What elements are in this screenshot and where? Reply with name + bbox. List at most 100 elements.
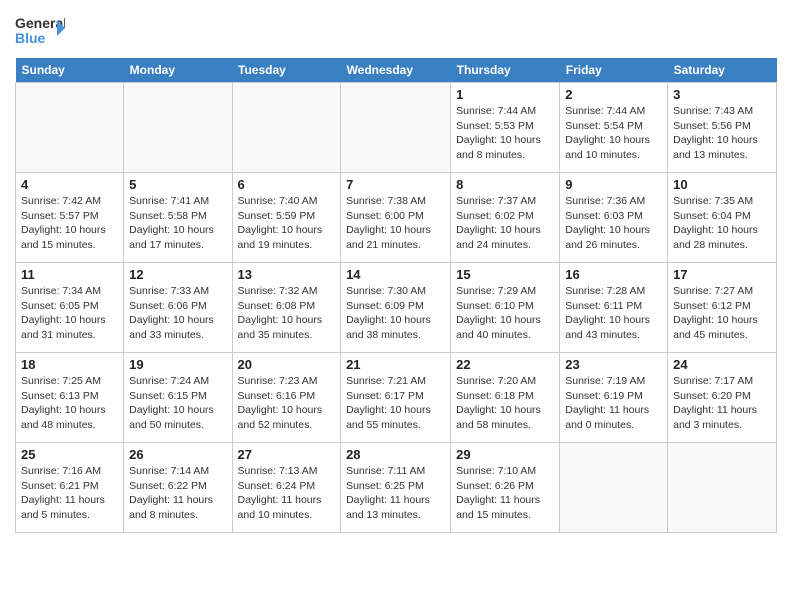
day-number: 10: [673, 177, 771, 192]
day-info: Sunrise: 7:13 AM Sunset: 6:24 PM Dayligh…: [238, 464, 336, 523]
day-number: 21: [346, 357, 445, 372]
calendar-cell: 7 Sunrise: 7:38 AM Sunset: 6:00 PM Daylig…: [341, 173, 451, 263]
day-info: Sunrise: 7:42 AM Sunset: 5:57 PM Dayligh…: [21, 194, 118, 253]
day-number: 17: [673, 267, 771, 282]
calendar-cell: 20Sunrise: 7:23 AM Sunset: 6:16 PM Dayli…: [232, 353, 341, 443]
calendar-cell: 14 Sunrise: 7:30 AM Sunset: 6:09 PM Dayli…: [341, 263, 451, 353]
day-info: Sunrise: 7:16 AM Sunset: 6:21 PM Dayligh…: [21, 464, 118, 523]
day-number: 24: [673, 357, 771, 372]
calendar-cell: 5Sunrise: 7:41 AM Sunset: 5:58 PM Daylig…: [124, 173, 232, 263]
calendar-cell: 27 Sunrise: 7:13 AM Sunset: 6:24 PM Dayli…: [232, 443, 341, 533]
calendar-cell: 28 Sunrise: 7:11 AM Sunset: 6:25 PM Dayli…: [341, 443, 451, 533]
day-number: 4: [21, 177, 118, 192]
calendar-cell: [560, 443, 668, 533]
day-number: 2: [565, 87, 662, 102]
calendar-cell: 15 Sunrise: 7:29 AM Sunset: 6:10 PM Dayli…: [451, 263, 560, 353]
day-number: 11: [21, 267, 118, 282]
weekday-header-sunday: Sunday: [16, 58, 124, 83]
calendar-cell: 2 Sunrise: 7:44 AM Sunset: 5:54 PM Daylig…: [560, 83, 668, 173]
day-number: 13: [238, 267, 336, 282]
day-info: Sunrise: 7:36 AM Sunset: 6:03 PM Dayligh…: [565, 194, 662, 253]
day-info: Sunrise: 7:37 AM Sunset: 6:02 PM Dayligh…: [456, 194, 554, 253]
calendar-cell: 17 Sunrise: 7:27 AM Sunset: 6:12 PM Dayli…: [668, 263, 777, 353]
calendar-cell: 4 Sunrise: 7:42 AM Sunset: 5:57 PM Daylig…: [16, 173, 124, 263]
day-number: 16: [565, 267, 662, 282]
calendar-cell: 12 Sunrise: 7:33 AM Sunset: 6:06 PM Dayli…: [124, 263, 232, 353]
weekday-header-wednesday: Wednesday: [341, 58, 451, 83]
calendar-cell: 18 Sunrise: 7:25 AM Sunset: 6:13 PM Dayli…: [16, 353, 124, 443]
calendar-cell: 13Sunrise: 7:32 AM Sunset: 6:08 PM Dayli…: [232, 263, 341, 353]
day-info: Sunrise: 7:33 AM Sunset: 6:06 PM Dayligh…: [129, 284, 226, 343]
day-number: 7: [346, 177, 445, 192]
day-number: 14: [346, 267, 445, 282]
day-info: Sunrise: 7:24 AM Sunset: 6:15 PM Dayligh…: [129, 374, 226, 433]
calendar-cell: [16, 83, 124, 173]
calendar-cell: [668, 443, 777, 533]
day-number: 15: [456, 267, 554, 282]
calendar-cell: 3 Sunrise: 7:43 AM Sunset: 5:56 PM Daylig…: [668, 83, 777, 173]
calendar-cell: 9Sunrise: 7:36 AM Sunset: 6:03 PM Daylig…: [560, 173, 668, 263]
calendar-cell: 26 Sunrise: 7:14 AM Sunset: 6:22 PM Dayli…: [124, 443, 232, 533]
calendar-cell: 11 Sunrise: 7:34 AM Sunset: 6:05 PM Dayli…: [16, 263, 124, 353]
day-number: 23: [565, 357, 662, 372]
day-number: 19: [129, 357, 226, 372]
day-number: 26: [129, 447, 226, 462]
calendar-cell: 19 Sunrise: 7:24 AM Sunset: 6:15 PM Dayli…: [124, 353, 232, 443]
svg-text:Blue: Blue: [15, 30, 46, 46]
day-number: 3: [673, 87, 771, 102]
day-info: Sunrise: 7:44 AM Sunset: 5:53 PM Dayligh…: [456, 104, 554, 163]
calendar-cell: 1 Sunrise: 7:44 AM Sunset: 5:53 PM Daylig…: [451, 83, 560, 173]
day-number: 28: [346, 447, 445, 462]
calendar-week-row: 18 Sunrise: 7:25 AM Sunset: 6:13 PM Dayli…: [16, 353, 777, 443]
day-info: Sunrise: 7:14 AM Sunset: 6:22 PM Dayligh…: [129, 464, 226, 523]
calendar-cell: [124, 83, 232, 173]
calendar-cell: 16 Sunrise: 7:28 AM Sunset: 6:11 PM Dayli…: [560, 263, 668, 353]
day-info: Sunrise: 7:41 AM Sunset: 5:58 PM Dayligh…: [129, 194, 226, 253]
day-info: Sunrise: 7:34 AM Sunset: 6:05 PM Dayligh…: [21, 284, 118, 343]
weekday-header-thursday: Thursday: [451, 58, 560, 83]
day-number: 18: [21, 357, 118, 372]
calendar-cell: 25 Sunrise: 7:16 AM Sunset: 6:21 PM Dayli…: [16, 443, 124, 533]
day-info: Sunrise: 7:25 AM Sunset: 6:13 PM Dayligh…: [21, 374, 118, 433]
page-header: GeneralBlue: [15, 10, 777, 50]
day-info: Sunrise: 7:19 AM Sunset: 6:19 PM Dayligh…: [565, 374, 662, 433]
day-info: Sunrise: 7:27 AM Sunset: 6:12 PM Dayligh…: [673, 284, 771, 343]
day-number: 1: [456, 87, 554, 102]
day-info: Sunrise: 7:35 AM Sunset: 6:04 PM Dayligh…: [673, 194, 771, 253]
day-info: Sunrise: 7:28 AM Sunset: 6:11 PM Dayligh…: [565, 284, 662, 343]
calendar-week-row: 1 Sunrise: 7:44 AM Sunset: 5:53 PM Daylig…: [16, 83, 777, 173]
calendar-cell: 23 Sunrise: 7:19 AM Sunset: 6:19 PM Dayli…: [560, 353, 668, 443]
logo-svg: GeneralBlue: [15, 10, 65, 50]
calendar-cell: 21 Sunrise: 7:21 AM Sunset: 6:17 PM Dayli…: [341, 353, 451, 443]
calendar-week-row: 25 Sunrise: 7:16 AM Sunset: 6:21 PM Dayli…: [16, 443, 777, 533]
day-number: 22: [456, 357, 554, 372]
day-info: Sunrise: 7:20 AM Sunset: 6:18 PM Dayligh…: [456, 374, 554, 433]
day-info: Sunrise: 7:38 AM Sunset: 6:00 PM Dayligh…: [346, 194, 445, 253]
calendar-cell: 6Sunrise: 7:40 AM Sunset: 5:59 PM Daylig…: [232, 173, 341, 263]
day-number: 27: [238, 447, 336, 462]
day-info: Sunrise: 7:40 AM Sunset: 5:59 PM Dayligh…: [238, 194, 336, 253]
day-info: Sunrise: 7:30 AM Sunset: 6:09 PM Dayligh…: [346, 284, 445, 343]
calendar-week-row: 4 Sunrise: 7:42 AM Sunset: 5:57 PM Daylig…: [16, 173, 777, 263]
calendar-week-row: 11 Sunrise: 7:34 AM Sunset: 6:05 PM Dayli…: [16, 263, 777, 353]
day-info: Sunrise: 7:17 AM Sunset: 6:20 PM Dayligh…: [673, 374, 771, 433]
day-info: Sunrise: 7:11 AM Sunset: 6:25 PM Dayligh…: [346, 464, 445, 523]
day-number: 25: [21, 447, 118, 462]
calendar-table: SundayMondayTuesdayWednesdayThursdayFrid…: [15, 58, 777, 533]
calendar-cell: 29Sunrise: 7:10 AM Sunset: 6:26 PM Dayli…: [451, 443, 560, 533]
day-info: Sunrise: 7:29 AM Sunset: 6:10 PM Dayligh…: [456, 284, 554, 343]
weekday-header-friday: Friday: [560, 58, 668, 83]
day-number: 29: [456, 447, 554, 462]
day-info: Sunrise: 7:43 AM Sunset: 5:56 PM Dayligh…: [673, 104, 771, 163]
calendar-cell: 8Sunrise: 7:37 AM Sunset: 6:02 PM Daylig…: [451, 173, 560, 263]
day-info: Sunrise: 7:21 AM Sunset: 6:17 PM Dayligh…: [346, 374, 445, 433]
weekday-header-row: SundayMondayTuesdayWednesdayThursdayFrid…: [16, 58, 777, 83]
calendar-cell: 24 Sunrise: 7:17 AM Sunset: 6:20 PM Dayli…: [668, 353, 777, 443]
calendar-cell: [341, 83, 451, 173]
calendar-cell: 22 Sunrise: 7:20 AM Sunset: 6:18 PM Dayli…: [451, 353, 560, 443]
day-number: 12: [129, 267, 226, 282]
calendar-cell: [232, 83, 341, 173]
weekday-header-monday: Monday: [124, 58, 232, 83]
day-info: Sunrise: 7:23 AM Sunset: 6:16 PM Dayligh…: [238, 374, 336, 433]
day-info: Sunrise: 7:44 AM Sunset: 5:54 PM Dayligh…: [565, 104, 662, 163]
